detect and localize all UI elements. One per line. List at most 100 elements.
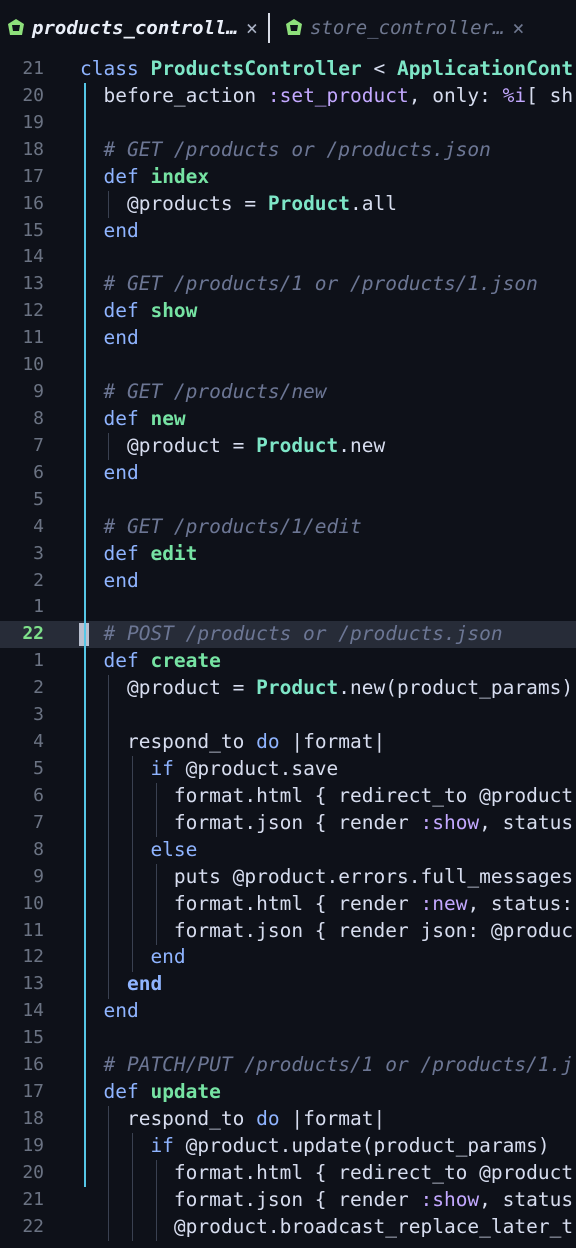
code-line[interactable]: 13 end	[0, 971, 576, 998]
code-token: , status	[479, 810, 574, 834]
code-line[interactable]: 11 end	[0, 325, 576, 352]
code-line[interactable]: 19	[0, 110, 576, 137]
line-number: 15	[22, 219, 44, 241]
code-line[interactable]: 20 before_action :set_product, only: %i[…	[0, 83, 576, 110]
code-token: Product	[267, 191, 351, 215]
line-number: 5	[33, 488, 44, 510]
code-line[interactable]: 3 def edit	[0, 541, 576, 568]
line-number: 19	[22, 1134, 44, 1156]
code-line[interactable]: 9 # GET /products/new	[0, 379, 576, 406]
code-line[interactable]: 8 else	[0, 837, 576, 864]
code-text: @product.broadcast_replace_later_t	[80, 1214, 573, 1241]
code-line[interactable]: 21 format.json { render :show, status	[0, 1187, 576, 1214]
code-line[interactable]: 15 end	[0, 218, 576, 245]
code-line[interactable]: 6 end	[0, 460, 576, 487]
code-text: @products = Product.all	[80, 191, 397, 218]
code-text: end	[80, 218, 138, 245]
code-line[interactable]: 2 @product = Product.new(product_params)	[0, 675, 576, 702]
code-line[interactable]: 7 format.json { render :show, status	[0, 810, 576, 837]
code-token: end	[80, 568, 139, 592]
code-text: class ProductsController < ApplicationCo…	[80, 56, 573, 83]
code-line[interactable]: 10 format.html { render :new, status:	[0, 891, 576, 918]
line-number: 4	[33, 515, 44, 537]
code-token: # GET /products/new	[80, 380, 327, 404]
code-token: , only:	[408, 83, 503, 107]
code-line[interactable]: 2 end	[0, 568, 576, 595]
code-line[interactable]: 18 # GET /products or /products.json	[0, 137, 576, 164]
code-line[interactable]: 16 @products = Product.all	[0, 191, 576, 218]
code-line[interactable]: 20 format.html { redirect_to @product	[0, 1160, 576, 1187]
ruby-gem-icon	[8, 19, 24, 35]
line-number: 11	[22, 327, 44, 349]
tab-store-controller[interactable]: store_controller… ×	[278, 0, 531, 56]
tab-products-controller[interactable]: products_controll… ×	[0, 0, 264, 56]
code-token: <	[361, 57, 398, 80]
code-text: before_action :set_product, only: %i[ sh	[80, 83, 573, 110]
code-line[interactable]: 1	[0, 594, 576, 621]
code-line[interactable]: 8 def new	[0, 406, 576, 433]
code-token: end	[80, 999, 139, 1023]
code-line[interactable]: 16 # PATCH/PUT /products/1 or /products/…	[0, 1052, 576, 1079]
code-line[interactable]: 4 # GET /products/1/edit	[0, 514, 576, 541]
line-number: 11	[22, 919, 44, 941]
code-line[interactable]: 22 @product.broadcast_replace_later_t	[0, 1214, 576, 1241]
code-line[interactable]: 5	[0, 487, 576, 514]
code-area[interactable]: 21 class ProductsController < Application…	[0, 56, 576, 1241]
indent-guide	[156, 783, 157, 837]
code-line[interactable]: 18 respond_to do |format|	[0, 1106, 576, 1133]
code-line[interactable]: 17 def update	[0, 1079, 576, 1106]
code-line[interactable]: 4 respond_to do |format|	[0, 729, 576, 756]
line-number: 21	[22, 1188, 44, 1210]
code-line[interactable]: 9 puts @product.errors.full_messages	[0, 864, 576, 891]
code-token: do	[256, 1106, 280, 1130]
indent-guide	[108, 433, 109, 460]
line-number: 16	[22, 192, 44, 214]
code-line[interactable]: 6 format.html { redirect_to @product	[0, 783, 576, 810]
code-line[interactable]: 14	[0, 244, 576, 271]
close-icon[interactable]: ×	[246, 16, 258, 40]
indent-guide	[132, 756, 133, 972]
code-text: respond_to do |format|	[80, 1106, 385, 1133]
code-text: # GET /products/1 or /products/1.json	[80, 271, 537, 298]
code-line[interactable]: 7 @product = Product.new	[0, 433, 576, 460]
code-line[interactable]: 21 class ProductsController < Application…	[0, 56, 576, 83]
code-text: format.json { render :show, status	[80, 1187, 573, 1214]
line-number: 7	[33, 434, 44, 456]
line-number: 10	[22, 892, 44, 914]
code-line[interactable]: 10	[0, 352, 576, 379]
code-line[interactable]: 11 format.json { render json: @produc	[0, 918, 576, 945]
code-token: :new	[420, 891, 468, 915]
code-editor[interactable]: products_controll… × store_controller… ×…	[0, 0, 576, 1248]
code-line[interactable]: 13 # GET /products/1 or /products/1.json	[0, 271, 576, 298]
code-text: def new	[80, 406, 185, 433]
code-line[interactable]: 5 if @product.save	[0, 756, 576, 783]
code-token: update	[150, 1080, 221, 1104]
code-line[interactable]: 12 end	[0, 944, 576, 971]
code-token: # GET /products or /products.json	[80, 137, 491, 161]
close-icon[interactable]: ×	[512, 16, 524, 40]
code-text: puts @product.errors.full_messages	[80, 864, 573, 891]
code-line[interactable]: 14 end	[0, 998, 576, 1025]
code-token: end	[80, 326, 139, 350]
line-number: 2	[33, 677, 44, 699]
code-token: end	[80, 972, 163, 996]
code-token: puts @product.errors.full_messages	[80, 864, 574, 888]
line-number: 17	[22, 165, 44, 187]
code-text: # GET /products or /products.json	[80, 137, 491, 164]
code-token: create	[150, 649, 221, 673]
line-number: 5	[33, 757, 44, 779]
code-line[interactable]: 15	[0, 1025, 576, 1052]
code-token: |format|	[279, 730, 386, 754]
code-line[interactable]: 3	[0, 702, 576, 729]
current-code-line[interactable]: 22 # POST /products or /products.json	[0, 621, 576, 649]
code-line[interactable]: 19 if @product.update(product_params)	[0, 1133, 576, 1160]
code-token: @product =	[80, 676, 257, 700]
code-line[interactable]: 17 def index	[0, 164, 576, 191]
code-text: @product = Product.new(product_params)	[80, 675, 573, 702]
code-line[interactable]: 1 def create	[0, 648, 576, 675]
code-token: def	[80, 649, 151, 673]
code-text: # GET /products/1/edit	[80, 514, 361, 541]
code-token: :show	[420, 1187, 480, 1211]
code-line[interactable]: 12 def show	[0, 298, 576, 325]
line-number: 17	[22, 1081, 44, 1103]
